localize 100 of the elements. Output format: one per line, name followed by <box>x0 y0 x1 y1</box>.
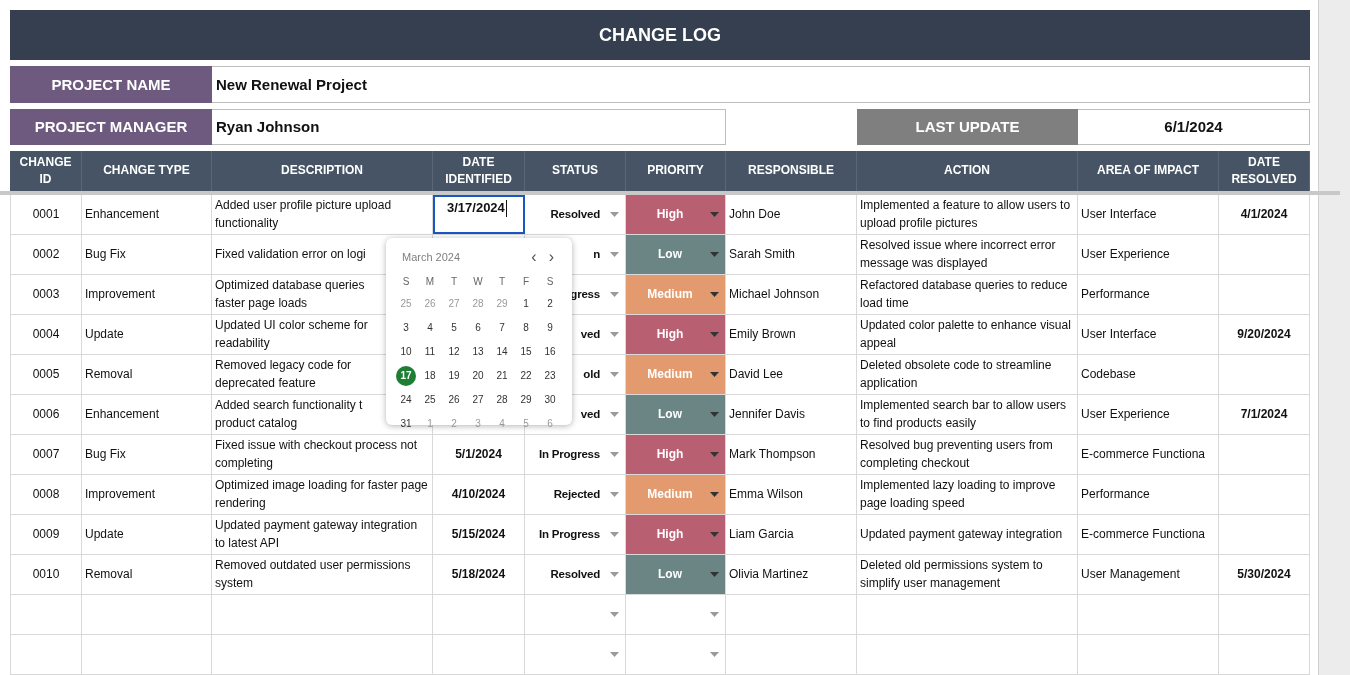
calendar-day[interactable]: 20 <box>468 366 488 386</box>
dropdown-caret-icon[interactable] <box>610 532 619 537</box>
dropdown-caret-icon[interactable] <box>710 212 719 217</box>
table-cell: 0002 <box>10 235 82 274</box>
table-cell: Enhancement <box>82 195 212 234</box>
dropdown-caret-icon[interactable] <box>710 532 719 537</box>
weekday-label: S <box>546 275 554 289</box>
priority-dropdown[interactable]: Low <box>626 395 726 434</box>
table-cell: Resolved bug preventing users from completing checkout <box>857 435 1078 474</box>
table-cell: 0009 <box>10 515 82 554</box>
status-value[interactable]: Rejected <box>553 488 600 501</box>
calendar-day[interactable]: 22 <box>516 366 536 386</box>
calendar-day[interactable]: 16 <box>540 342 560 362</box>
next-month-button[interactable]: › <box>542 249 560 265</box>
calendar-day[interactable]: 12 <box>444 342 464 362</box>
dropdown-caret-icon[interactable] <box>710 492 719 497</box>
weekday-label: F <box>522 275 530 289</box>
status-value[interactable]: n <box>593 248 600 261</box>
dropdown-caret-icon[interactable] <box>610 252 619 257</box>
priority-dropdown[interactable]: High <box>626 195 726 234</box>
dropdown-caret-icon[interactable] <box>610 652 619 657</box>
dropdown-caret-icon[interactable] <box>710 252 719 257</box>
calendar-day[interactable]: 3 <box>396 318 416 338</box>
table-cell: 5/15/2024 <box>433 515 525 554</box>
calendar-day[interactable]: 27 <box>468 390 488 410</box>
dropdown-caret-icon[interactable] <box>610 412 619 417</box>
sheet-title: CHANGE LOG <box>10 10 1310 61</box>
calendar-day[interactable]: 1 <box>516 294 536 314</box>
table-cell: Update <box>82 315 212 354</box>
dropdown-caret-icon[interactable] <box>710 292 719 297</box>
weekday-label: T <box>450 275 458 289</box>
calendar-day[interactable]: 23 <box>540 366 560 386</box>
table-cell: 0007 <box>10 435 82 474</box>
priority-dropdown[interactable]: High <box>626 515 726 554</box>
date-input-field[interactable]: 3/17/2024 <box>433 195 525 234</box>
calendar-day[interactable]: 31 <box>396 414 416 434</box>
field-label: PROJECT NAME <box>10 66 212 103</box>
status-value[interactable]: Resolved <box>550 208 600 221</box>
calendar-day[interactable]: 19 <box>444 366 464 386</box>
dropdown-caret-icon[interactable] <box>610 492 619 497</box>
dropdown-caret-icon[interactable] <box>710 612 719 617</box>
calendar-day[interactable]: 7 <box>492 318 512 338</box>
calendar-day[interactable]: 8 <box>516 318 536 338</box>
calendar-day[interactable]: 26 <box>444 390 464 410</box>
table-cell: Emily Brown <box>726 315 857 354</box>
status-value[interactable]: ved <box>580 328 600 341</box>
calendar-day[interactable]: 30 <box>540 390 560 410</box>
dropdown-caret-icon[interactable] <box>710 652 719 657</box>
dropdown-caret-icon[interactable] <box>610 572 619 577</box>
priority-dropdown[interactable]: High <box>626 315 726 354</box>
table-cell: 0001 <box>10 195 82 234</box>
dropdown-caret-icon[interactable] <box>610 212 619 217</box>
calendar-day[interactable]: 21 <box>492 366 512 386</box>
status-value[interactable]: ved <box>580 408 600 421</box>
table-cell: 0010 <box>10 555 82 594</box>
dropdown-caret-icon[interactable] <box>710 412 719 417</box>
calendar-day[interactable]: 28 <box>492 390 512 410</box>
dropdown-caret-icon[interactable] <box>710 452 719 457</box>
table-cell: 4/1/2024 <box>1219 195 1310 234</box>
calendar-day[interactable]: 17 <box>396 366 416 386</box>
priority-dropdown[interactable]: High <box>626 435 726 474</box>
table-cell: Removed outdated user permissions system <box>212 555 433 594</box>
calendar-day[interactable]: 29 <box>516 390 536 410</box>
dropdown-caret-icon[interactable] <box>610 612 619 617</box>
table-cell: 5/30/2024 <box>1219 555 1310 594</box>
table-cell: Performance <box>1078 275 1219 314</box>
calendar-day[interactable]: 5 <box>444 318 464 338</box>
dropdown-caret-icon[interactable] <box>710 572 719 577</box>
calendar-day[interactable]: 13 <box>468 342 488 362</box>
table-cell: David Lee <box>726 355 857 394</box>
table-cell: Michael Johnson <box>726 275 857 314</box>
dropdown-caret-icon[interactable] <box>610 372 619 377</box>
calendar-day[interactable]: 2 <box>540 294 560 314</box>
calendar-day[interactable]: 6 <box>468 318 488 338</box>
dropdown-caret-icon[interactable] <box>710 372 719 377</box>
project-name-value[interactable]: New Renewal Project <box>212 66 1310 103</box>
table-cell: Liam Garcia <box>726 515 857 554</box>
priority-dropdown[interactable]: Low <box>626 555 726 594</box>
priority-dropdown[interactable]: Low <box>626 235 726 274</box>
table-cell: Added user profile picture upload functionality <box>212 195 433 234</box>
dropdown-caret-icon[interactable] <box>710 332 719 337</box>
calendar-day[interactable]: 14 <box>492 342 512 362</box>
dropdown-caret-icon[interactable] <box>610 452 619 457</box>
project-manager-value[interactable]: Ryan Johnson <box>212 108 726 145</box>
status-value[interactable]: Resolved <box>550 568 600 581</box>
calendar-day[interactable]: 15 <box>516 342 536 362</box>
status-value[interactable]: In Progress <box>538 528 600 541</box>
status-value[interactable]: old <box>583 368 600 381</box>
status-value[interactable]: gress <box>570 288 600 301</box>
dropdown-caret-icon[interactable] <box>610 292 619 297</box>
table-cell: 0005 <box>10 355 82 394</box>
table-cell: Performance <box>1078 475 1219 514</box>
table-cell: Optimized image loading for faster page rendering <box>212 475 433 514</box>
column-header: DATE RESOLVED <box>1219 151 1310 191</box>
previous-month-button[interactable]: ‹ <box>525 249 543 265</box>
calendar-day[interactable]: 9 <box>540 318 560 338</box>
last-update-value[interactable]: 6/1/2024 <box>1078 108 1310 145</box>
table-cell: Emma Wilson <box>726 475 857 514</box>
status-value[interactable]: In Progress <box>538 448 600 461</box>
dropdown-caret-icon[interactable] <box>610 332 619 337</box>
